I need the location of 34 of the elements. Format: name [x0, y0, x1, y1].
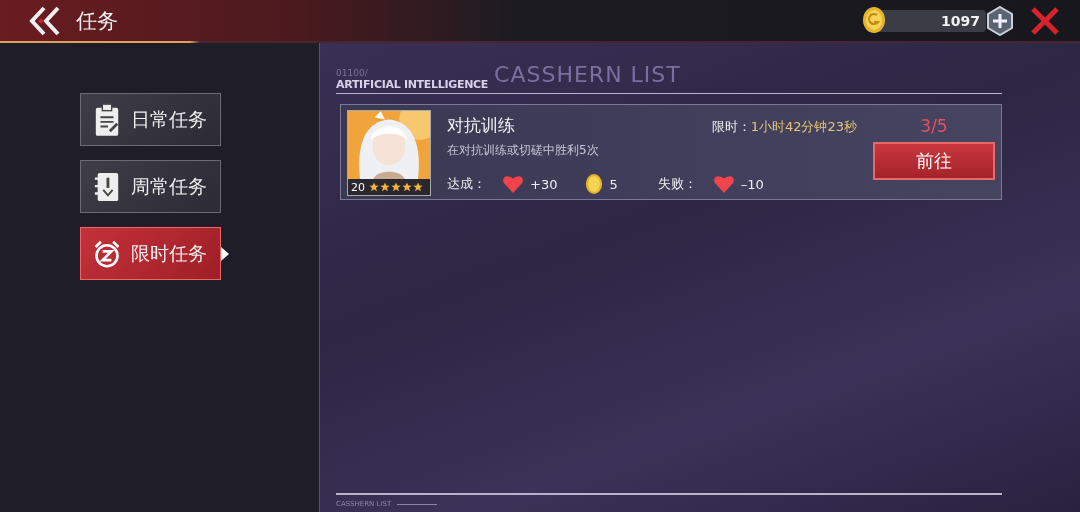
progress-count: 3/5: [920, 116, 948, 136]
star-icon: [391, 182, 401, 192]
penalty-label: 失败：: [657, 175, 697, 193]
time-limit-label: 限时：: [711, 118, 751, 136]
coin-icon: [862, 4, 886, 35]
go-button[interactable]: 前往: [873, 142, 995, 180]
page-title: 任务: [76, 7, 118, 35]
time-remaining: 1小时42分钟23秒: [750, 118, 857, 136]
section-title: ARTIFICIAL INTELLIGENCE: [336, 78, 489, 91]
reward-amount: 5: [609, 176, 618, 192]
section-code: 01100/: [336, 68, 368, 78]
penalty-amount: –10: [740, 176, 764, 192]
star-icon: [380, 182, 390, 192]
star-icon: [413, 182, 423, 192]
back-icon[interactable]: [28, 5, 62, 36]
reward-label: 达成：: [447, 175, 486, 193]
coin-amount: 1097: [941, 12, 980, 29]
add-icon[interactable]: [986, 5, 1014, 36]
star-icon: [369, 182, 379, 192]
close-icon[interactable]: [1030, 5, 1060, 36]
heart-icon: [502, 174, 524, 194]
coin-icon: [585, 173, 604, 195]
level-number: 20: [351, 180, 365, 194]
task-name: 对抗训练: [447, 114, 516, 137]
task-description: 在对抗训练或切磋中胜利5次: [447, 142, 600, 159]
tab[interactable]: 周常任务: [80, 160, 221, 213]
heart-icon: [712, 174, 735, 194]
tab[interactable]: 限时任务: [80, 227, 221, 280]
watermark-heading: CASSHERN LIST: [494, 63, 681, 87]
pointer-icon: [221, 246, 229, 261]
tab[interactable]: 日常任务: [80, 93, 221, 146]
clipboard-icon: [93, 102, 121, 137]
reward-amount: +30: [530, 176, 558, 192]
star-icon: [402, 182, 412, 192]
